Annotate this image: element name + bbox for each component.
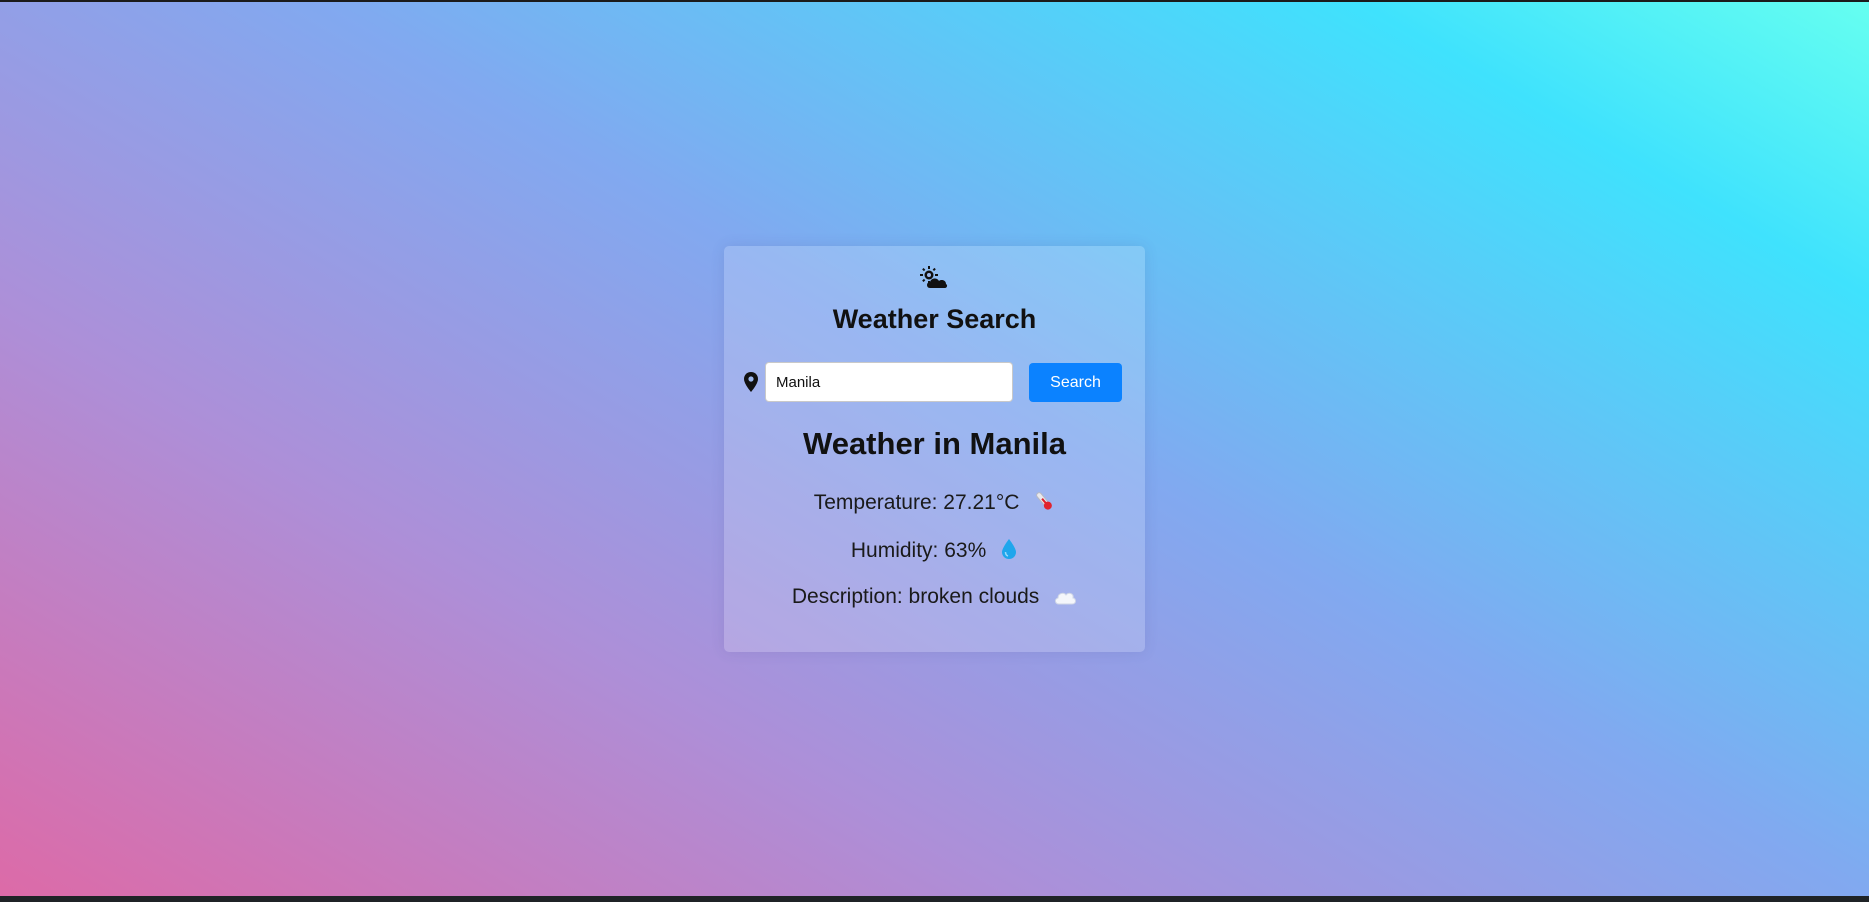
search-button[interactable]: Search [1029, 363, 1122, 402]
water-drop-icon [1002, 539, 1017, 559]
window-top-border [0, 0, 1869, 2]
sun-behind-cloud-icon [920, 266, 948, 288]
weather-result-heading: Weather in Manila [803, 426, 1066, 461]
city-search-input[interactable] [765, 362, 1013, 402]
cloud-icon [1055, 592, 1077, 605]
description-text: Description: broken clouds [791, 585, 1040, 608]
weather-card: Weather Search Search Weather in Manila … [724, 246, 1145, 652]
humidity-text: Humidity: 63% [850, 539, 987, 562]
temperature-text: Temperature: 27.21°C [813, 491, 1020, 514]
humidity-line: Humidity: 63% [724, 538, 1145, 563]
window-bottom-bar [0, 896, 1869, 902]
description-line: Description: broken clouds [724, 585, 1145, 609]
thermometer-icon [1036, 492, 1053, 510]
temperature-line: Temperature: 27.21°C [724, 490, 1145, 515]
location-pin-icon [744, 372, 758, 392]
page-title: Weather Search [832, 304, 1037, 334]
